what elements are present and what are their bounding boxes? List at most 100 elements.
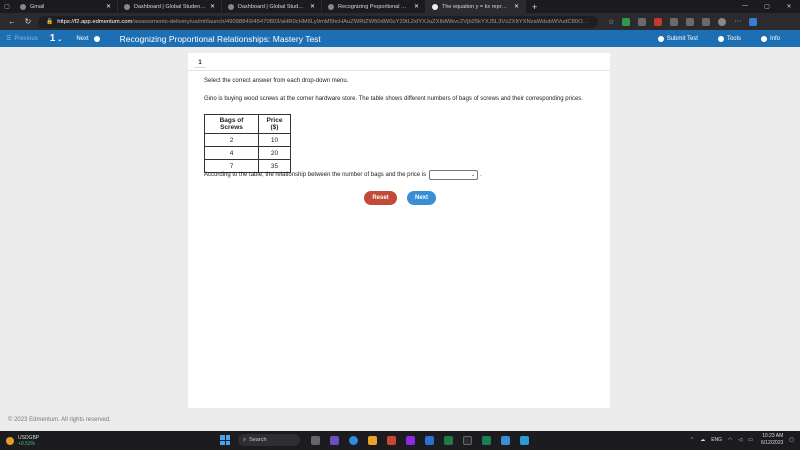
search-icon: ⌕	[243, 436, 247, 443]
extension-icon[interactable]	[638, 17, 647, 26]
ticker-text: USDGBP +0.53%	[18, 435, 39, 447]
new-tab-icon[interactable]: +	[526, 2, 543, 12]
address-bar-row: ← ↻ 🔒 https://f2.app.edmentum.com /asses…	[0, 13, 800, 30]
relationship-dropdown[interactable]: ⌄	[429, 170, 479, 180]
question-badge: 1	[194, 58, 206, 68]
tab-recognizing[interactable]: Recognizing Proportional Relatio ✕	[322, 0, 426, 13]
bing-icon[interactable]	[749, 17, 758, 26]
submit-test-button[interactable]: Submit Test	[657, 35, 708, 42]
powerpoint-icon[interactable]	[387, 435, 396, 445]
tools-button[interactable]: Tools	[717, 35, 751, 42]
profile-avatar[interactable]	[718, 17, 727, 26]
info-label: Info	[769, 35, 780, 42]
notification-icon[interactable]: ▢	[789, 437, 794, 443]
close-tab-icon[interactable]: ✕	[514, 3, 519, 10]
tray-overflow-icon[interactable]: ⌃	[690, 437, 694, 443]
tab-label: The equation y = kx represents a	[442, 3, 510, 10]
question-number: 1	[49, 33, 56, 44]
header-actions: Submit Test Tools Info	[657, 35, 800, 42]
close-tab-icon[interactable]: ✕	[106, 3, 111, 10]
reload-icon[interactable]: ↻	[20, 17, 36, 26]
word-icon[interactable]	[425, 435, 434, 445]
system-tray: ⌃ ☁ ENG ◠ ◁ ▭ 10:23 AM 6/12/2023 ▢	[684, 433, 794, 446]
file-explorer-icon[interactable]	[368, 435, 377, 445]
extension-icon[interactable]	[622, 17, 631, 26]
collections-icon[interactable]	[702, 17, 711, 26]
language-indicator[interactable]: ENG	[711, 437, 722, 443]
clock[interactable]: 10:23 AM 6/12/2023	[761, 433, 783, 446]
search-label: Search	[249, 437, 267, 443]
close-window-icon[interactable]: ✕	[778, 3, 800, 10]
teams-icon[interactable]	[330, 435, 339, 445]
battery-icon[interactable]: ▭	[748, 437, 753, 443]
window-controls: — ▢ ✕	[734, 3, 800, 10]
photos-icon[interactable]	[520, 435, 529, 445]
url-host: https://f2.app.edmentum.com	[57, 18, 133, 25]
volume-icon[interactable]: ◁	[738, 437, 742, 443]
tab-label: Recognizing Proportional Relatio	[338, 3, 410, 10]
extension-icon[interactable]	[670, 17, 679, 26]
instruction-text: Select the correct answer from each drop…	[204, 78, 349, 84]
question-card: 1 Select the correct answer from each dr…	[188, 53, 610, 408]
dashboard-favicon-icon	[228, 3, 234, 10]
tab-dashboard-1[interactable]: Dashboard | Global Student Netw ✕	[118, 0, 222, 13]
table-cell: 4	[204, 146, 259, 160]
back-icon[interactable]: ←	[4, 17, 20, 26]
wifi-icon[interactable]: ◠	[728, 437, 732, 443]
url-field[interactable]: 🔒 https://f2.app.edmentum.com /assessmen…	[38, 15, 598, 28]
next-header-button[interactable]: Next	[76, 35, 100, 42]
tab-equation[interactable]: The equation y = kx represents a ✕	[426, 0, 526, 13]
table-row: 4 20	[204, 146, 291, 160]
onedrive-icon[interactable]: ☁	[700, 437, 705, 443]
previous-label: Previous	[14, 35, 38, 42]
calculator-icon[interactable]	[463, 435, 472, 445]
tab-dashboard-2[interactable]: Dashboard | Global Student Netw ✕	[222, 0, 322, 13]
column-header-bags: Bags of Screws	[204, 114, 259, 134]
extension-icon[interactable]	[654, 17, 663, 26]
question-selector[interactable]: 1 ⌄	[50, 33, 63, 44]
sentence-period: .	[480, 172, 482, 178]
info-button[interactable]: Info	[760, 35, 790, 42]
next-button[interactable]: Next	[407, 191, 436, 205]
maximize-icon[interactable]: ▢	[756, 3, 778, 10]
edmentum-favicon-icon	[328, 3, 334, 10]
chevron-down-icon: ⌄	[57, 37, 63, 43]
previous-icon: ☰	[6, 36, 12, 42]
tab-label: Dashboard | Global Student Netw	[238, 3, 306, 10]
screws-price-table: Bags of Screws Price ($) 2 10 4 20 7 35	[204, 114, 291, 173]
clock-time: 10:23 AM	[762, 433, 784, 439]
excel-icon[interactable]	[444, 435, 453, 445]
taskbar-search[interactable]: ⌕ Search	[238, 434, 300, 446]
windows-start-icon[interactable]	[220, 435, 230, 445]
more-icon[interactable]: ···	[734, 18, 741, 26]
edge-icon[interactable]	[349, 435, 358, 445]
stock-ticker-widget[interactable]: USDGBP +0.53%	[6, 435, 39, 447]
tab-gmail[interactable]: Gmail ✕	[14, 0, 118, 13]
previous-button[interactable]: ☰ Previous	[6, 35, 38, 43]
ticker-icon	[6, 436, 14, 445]
page-favicon-icon	[432, 3, 438, 10]
app-icon[interactable]	[501, 435, 510, 445]
tab-label: Gmail	[30, 3, 45, 10]
close-tab-icon[interactable]: ✕	[310, 3, 315, 10]
favorite-star-icon[interactable]: ☆	[608, 18, 614, 26]
table-row: 2 10	[204, 133, 291, 147]
app-icon[interactable]	[482, 435, 491, 445]
url-path: /assessments-delivery/ua/mt/launch/49098…	[132, 18, 590, 25]
chevron-down-icon: ⌄	[470, 172, 476, 178]
tab-label: Dashboard | Global Student Netw	[134, 3, 206, 10]
extension-toolbar: ☆ ···	[604, 17, 761, 26]
reset-button[interactable]: Reset	[364, 191, 397, 205]
minimize-icon[interactable]: —	[734, 3, 756, 10]
close-tab-icon[interactable]: ✕	[414, 3, 419, 10]
tab-actions-icon[interactable]: ▢	[0, 0, 14, 13]
submit-icon	[657, 35, 664, 42]
task-view-icon[interactable]	[311, 435, 320, 445]
taskbar-apps: ⌕ Search	[220, 434, 534, 446]
next-label: Next	[76, 35, 89, 42]
tools-label: Tools	[726, 35, 741, 42]
browser-tab-strip: ▢ Gmail ✕ Dashboard | Global Student Net…	[0, 0, 800, 13]
onenote-icon[interactable]	[406, 435, 415, 445]
favorites-icon[interactable]	[686, 17, 695, 26]
close-tab-icon[interactable]: ✕	[210, 3, 215, 10]
